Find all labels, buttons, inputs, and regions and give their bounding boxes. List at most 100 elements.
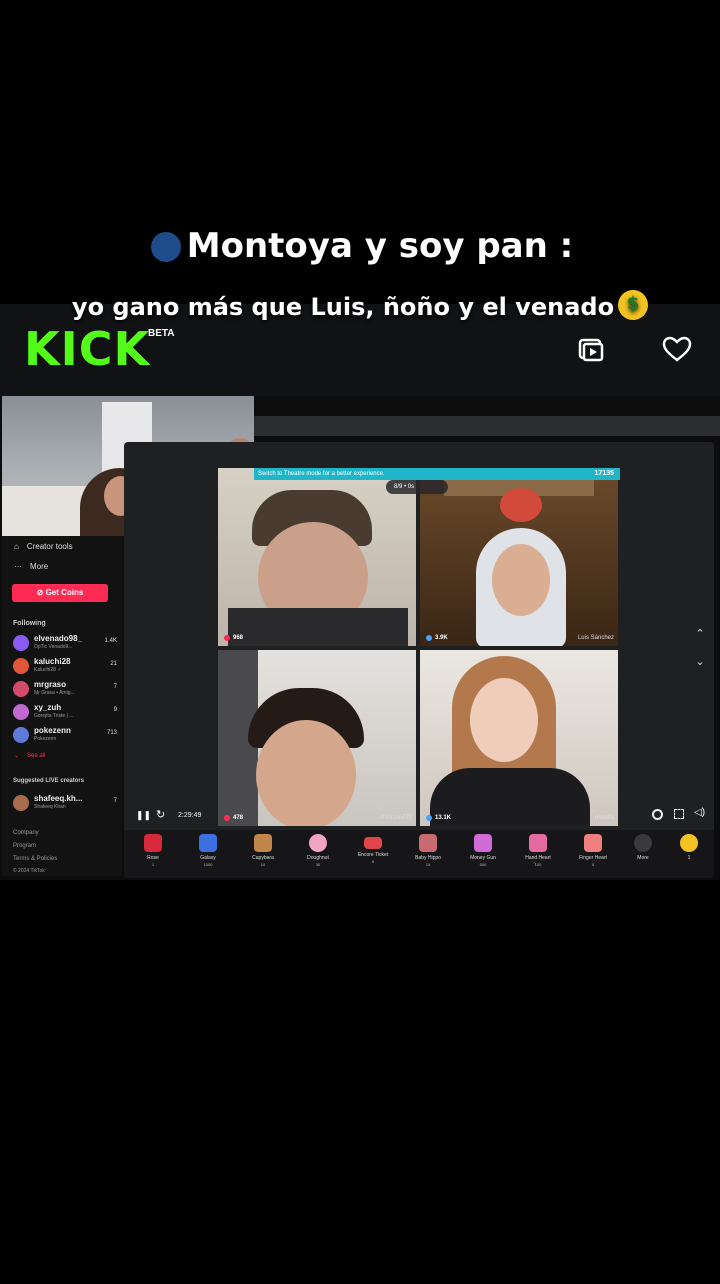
gift-price: 100 <box>534 862 542 867</box>
face-shape <box>492 544 550 616</box>
following-name: xy_zuh <box>34 703 62 712</box>
tile-count: 968 <box>224 635 243 641</box>
gift-encore-ticket[interactable]: Encore Ticket 5 <box>348 834 398 864</box>
gift-hand-heart[interactable]: Hand Heart 100 <box>513 834 563 867</box>
avatar <box>13 635 29 651</box>
gift-name: Galaxy <box>200 855 216 861</box>
gift-rose[interactable]: Rose 1 <box>128 834 178 867</box>
tile-name: Luis Sánchez <box>577 635 614 641</box>
galaxy-icon <box>199 834 217 852</box>
kick-logo[interactable]: KICK <box>24 326 150 372</box>
avatar-badge <box>500 488 542 522</box>
player-controls: ❚❚ ↻ 2:29:49 ◁) <box>124 804 714 828</box>
refresh-icon[interactable]: ↻ <box>156 808 165 821</box>
screen-capture: ⌂ Creator tools ··· More ⊘ Get Coins Follo… <box>0 396 720 880</box>
gift-name: Money Gun <box>470 855 496 861</box>
gift-money-gun[interactable]: Money Gun 500 <box>458 834 508 867</box>
viewer-count: 713 <box>106 730 117 736</box>
following-row[interactable]: pokezenn Pokezenn 713 <box>13 724 117 746</box>
gift-galaxy[interactable]: Galaxy 1000 <box>183 834 233 867</box>
gift-name: Baby Hippo <box>415 855 441 861</box>
gift-capybara[interactable]: Capybara 10 <box>238 834 288 867</box>
see-all-link[interactable]: ⌄ See all <box>14 752 45 760</box>
chevron-up-icon <box>634 834 652 852</box>
finger-heart-icon <box>584 834 602 852</box>
coin-icon <box>680 834 698 852</box>
hoodie-shape <box>228 608 408 646</box>
chevron-up-icon[interactable]: ⌃ <box>690 624 710 644</box>
ellipsis-icon: ··· <box>14 562 22 571</box>
suggested-name: shafeeq.kh... <box>34 794 83 803</box>
gift-name: Rose <box>147 855 159 861</box>
chevron-down-icon[interactable]: ⌄ <box>690 652 710 672</box>
guest-tile[interactable]: 968 <box>218 468 416 646</box>
gift-name: Encore Ticket <box>357 852 389 858</box>
following-heading: Following <box>13 620 46 627</box>
caption-line-1-text: Montoya y soy pan : <box>186 226 574 266</box>
theatre-mode-notice[interactable]: Switch to Theatre mode for a better expe… <box>254 468 620 480</box>
following-subtitle: Kaluchi28 ✓ <box>34 667 62 673</box>
gift-name: Hand Heart <box>525 855 551 861</box>
more-gifts-button[interactable]: More <box>618 834 668 861</box>
face-shape <box>470 678 538 762</box>
avatar <box>13 681 29 697</box>
gift-finger-heart[interactable]: Finger Heart 5 <box>568 834 618 867</box>
doughnut-icon <box>309 834 327 852</box>
tile-count-value: 3.9K <box>435 635 448 641</box>
gift-price: 5 <box>591 862 595 867</box>
picture-in-picture-icon[interactable] <box>574 332 608 366</box>
following-subtitle: Gorejita Triste | ... <box>34 713 74 719</box>
record-icon[interactable] <box>652 809 663 820</box>
guest-tile[interactable]: 3.9K Luis Sánchez <box>420 468 618 646</box>
volume-icon[interactable]: ◁) <box>694 807 705 818</box>
notice-text: Switch to Theatre mode for a better expe… <box>258 471 385 477</box>
creator-tools-label: Creator tools <box>26 542 73 551</box>
following-subtitle: Mr Grasa • Amig... <box>34 690 75 696</box>
browser-toolbar <box>254 416 720 436</box>
live-player: 968 3.9K Luis Sánchez 478 chinchin777 13… <box>124 442 714 878</box>
tile-count: 3.9K <box>426 635 448 641</box>
pause-icon[interactable]: ❚❚ <box>136 810 151 821</box>
suggested-row[interactable]: shafeeq.kh... Shafeeq Khan 7 <box>13 792 117 814</box>
tile-count-value: 968 <box>233 635 244 641</box>
ticket-icon <box>364 837 382 849</box>
avatar <box>13 727 29 743</box>
following-row[interactable]: kaluchi28 Kaluchi28 ✓ 21 <box>13 655 117 677</box>
coin-balance[interactable]: 1 <box>664 834 714 861</box>
gift-name: Doughnut <box>307 855 329 861</box>
viewer-count: 1.4K <box>104 638 117 644</box>
following-row[interactable]: xy_zuh Gorejita Triste | ... 9 <box>13 701 117 723</box>
gift-doughnut[interactable]: Doughnut 30 <box>293 834 343 867</box>
guest-tile[interactable]: 13.1K mebilla <box>420 650 618 826</box>
more-gifts-label: More <box>637 855 649 861</box>
kick-beta-badge: BETA <box>148 328 175 339</box>
sidebar: ⌂ Creator tools ··· More ⊘ Get Coins Follo… <box>2 536 122 876</box>
viewer-count: 9 <box>113 707 117 713</box>
following-row[interactable]: mrgraso Mr Grasa • Amig... 7 <box>13 678 117 700</box>
footer-link[interactable]: Terms & Policies <box>13 856 57 862</box>
guest-tile[interactable]: 478 chinchin777 <box>218 650 416 826</box>
following-name: kaluchi28 <box>34 657 71 666</box>
coin-balance-value: 1 <box>687 855 691 861</box>
creator-tools-item[interactable]: ⌂ Creator tools <box>14 542 73 551</box>
gift-baby-hippo[interactable]: Baby Hippo 15 <box>403 834 453 867</box>
following-subtitle: OpTic Venado9... <box>34 644 73 650</box>
more-item[interactable]: ··· More <box>14 562 48 571</box>
footer-link[interactable]: Program <box>13 843 36 849</box>
following-row[interactable]: elvenado98_ OpTic Venado9... 1.4K <box>13 632 117 654</box>
gift-name: Finger Heart <box>579 855 607 861</box>
gift-price: 30 <box>315 862 321 867</box>
caption-line-2-text: yo gano más que Luis, ñoño y el venado <box>71 293 615 321</box>
footer-link[interactable]: Company <box>13 830 39 836</box>
viewer-count: 21 <box>110 661 117 667</box>
gift-price: 500 <box>479 862 487 867</box>
fullscreen-icon[interactable] <box>674 809 684 819</box>
heart-icon[interactable] <box>660 332 694 366</box>
viewer-count: 7 <box>113 798 117 804</box>
home-icon: ⌂ <box>14 542 19 551</box>
caption-line-1: Montoya y soy pan : <box>0 226 720 266</box>
gift-price: 10 <box>260 862 266 867</box>
following-name: pokezenn <box>34 726 71 735</box>
get-coins-button[interactable]: ⊘ Get Coins <box>12 584 108 602</box>
caption-line-2: yo gano más que Luis, ñoño y el venado <box>0 290 720 321</box>
